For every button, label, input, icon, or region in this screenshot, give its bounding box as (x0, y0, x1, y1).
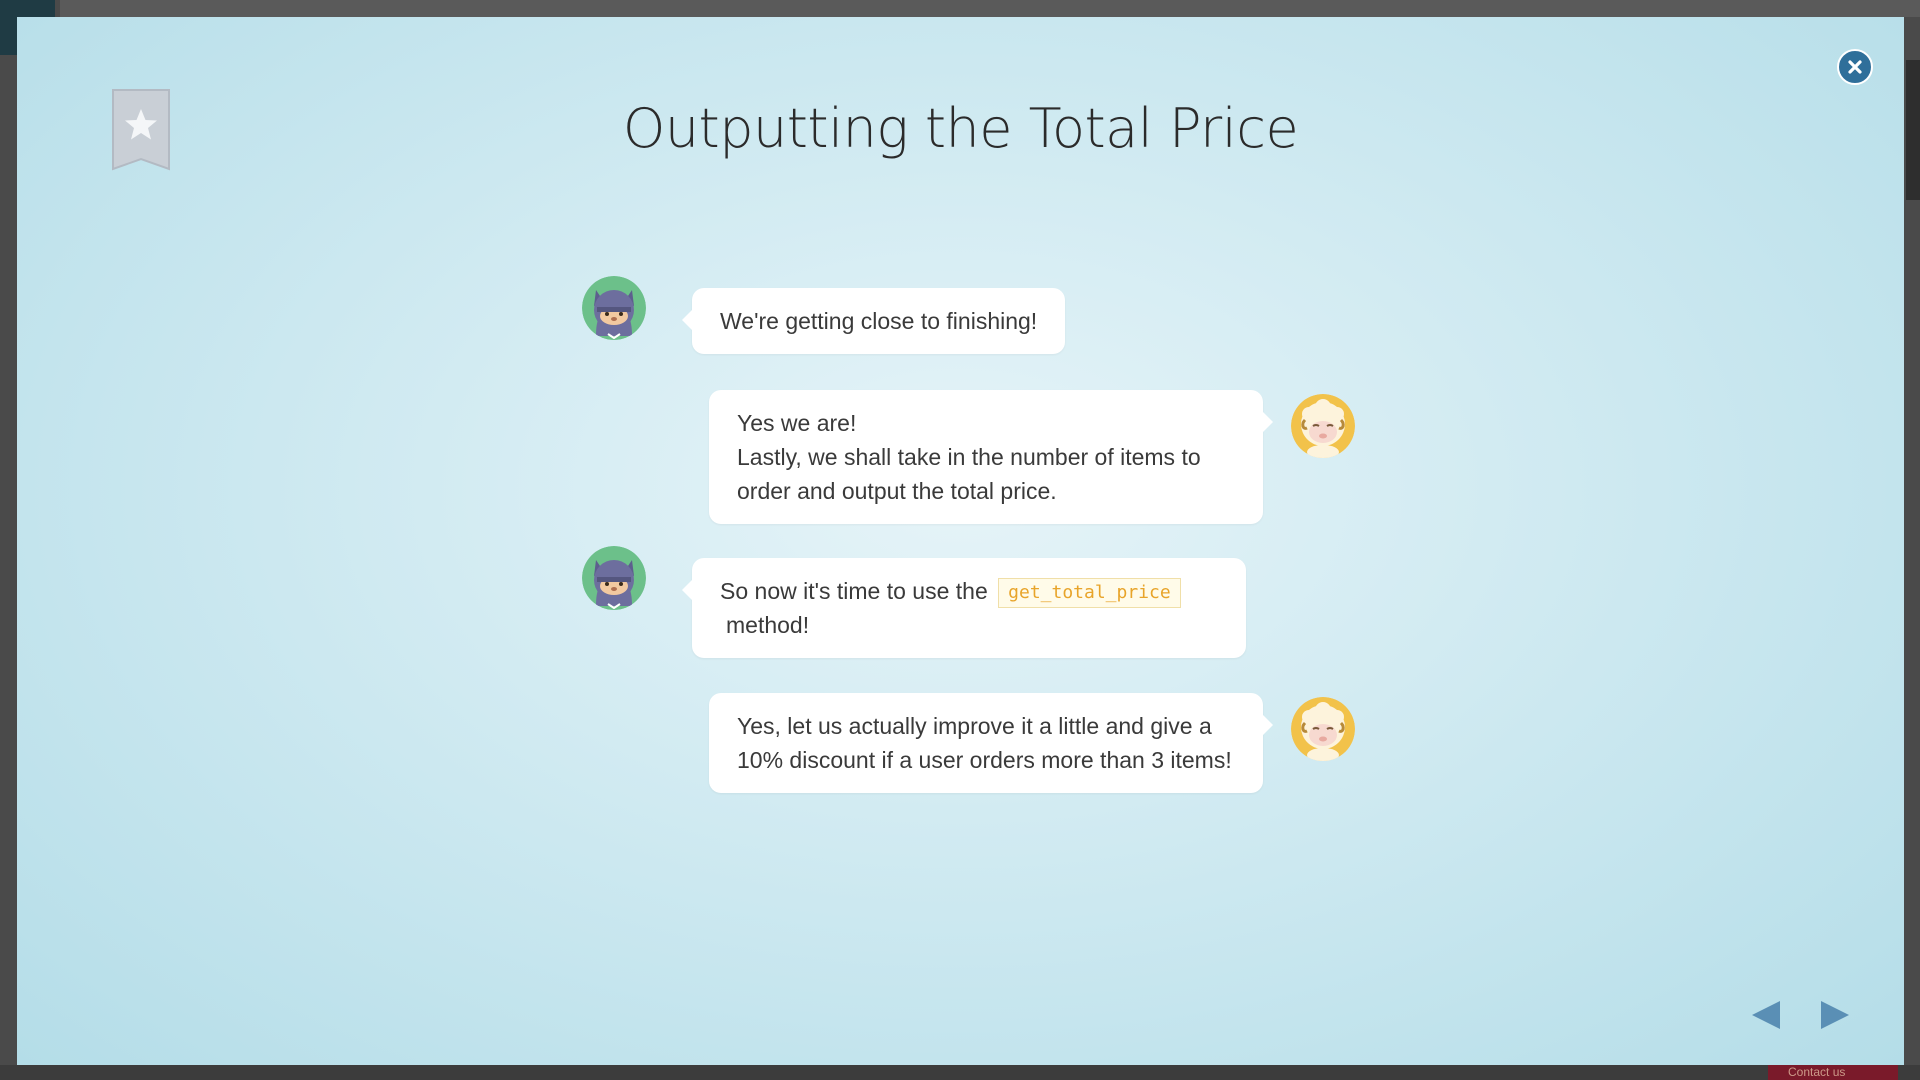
next-slide-button[interactable] (1817, 997, 1853, 1033)
message-text: Yes, let us actually improve it a little… (737, 713, 1232, 773)
message-text-after: method! (726, 612, 810, 638)
next-arrow-icon (1821, 1001, 1849, 1029)
chat-bubble-sheep-1: Yes we are! Lastly, we shall take in the… (709, 390, 1273, 524)
contact-us-button: Contact us (1768, 1065, 1898, 1080)
ninja-cat-avatar (582, 546, 646, 610)
previous-slide-button[interactable] (1748, 997, 1784, 1033)
chat-bubble-sheep-2: Yes, let us actually improve it a little… (709, 693, 1273, 793)
code-snippet: get_total_price (998, 578, 1181, 608)
message-text: Lastly, we shall take in the number of i… (737, 444, 1201, 504)
sheep-avatar (1291, 394, 1355, 458)
background-footer (0, 1065, 1920, 1080)
message-text: Yes we are! (737, 410, 857, 436)
background-header (60, 0, 1920, 17)
message-text-before: So now it's time to use the (720, 578, 988, 604)
lesson-slide-modal: Outputting the Total Price We're getting… (17, 17, 1904, 1065)
message-text: We're getting close to finishing! (720, 308, 1038, 334)
background-scrollbar (1906, 60, 1920, 200)
chat-bubble-cat-1: We're getting close to finishing! (681, 288, 1066, 354)
sheep-avatar (1291, 697, 1355, 761)
ninja-cat-avatar (582, 276, 646, 340)
chat-conversation: We're getting close to finishing! Yes we… (17, 17, 1904, 1065)
chat-bubble-cat-2: So now it's time to use the get_total_pr… (682, 558, 1246, 658)
previous-arrow-icon (1752, 1001, 1780, 1029)
message-text: So now it's time to use the get_total_pr… (720, 574, 1218, 642)
